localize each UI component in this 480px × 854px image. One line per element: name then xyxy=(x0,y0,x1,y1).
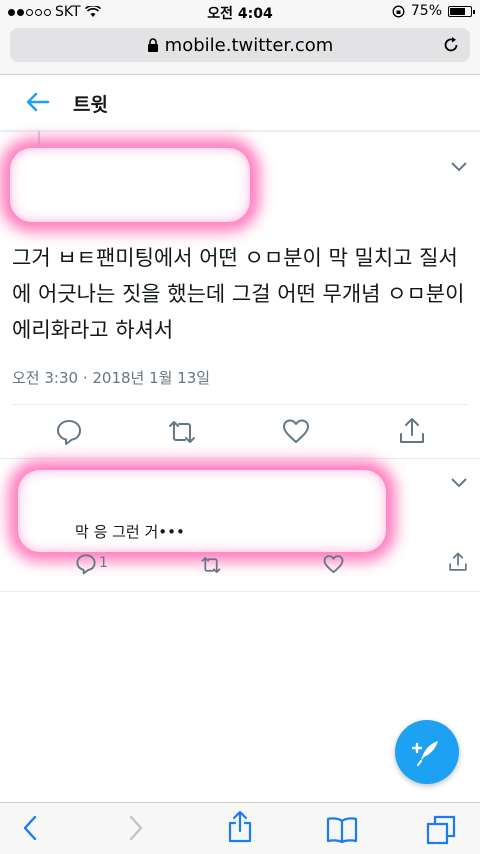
status-bar: SKT 오전 4:04 75% xyxy=(0,0,480,24)
browser-address-area: mobile.twitter.com xyxy=(0,24,480,75)
reload-icon[interactable] xyxy=(442,36,460,54)
reply-author-redaction xyxy=(18,470,386,552)
divider xyxy=(0,458,480,459)
battery-percent: 75% xyxy=(410,3,442,19)
author-redaction xyxy=(10,148,250,222)
bookmarks-icon[interactable] xyxy=(326,815,358,843)
chevron-down-icon[interactable] xyxy=(450,476,468,488)
url-text: mobile.twitter.com xyxy=(164,34,334,56)
compose-icon xyxy=(411,741,438,766)
compose-button[interactable] xyxy=(395,720,459,784)
share-icon[interactable] xyxy=(398,416,426,446)
address-bar[interactable]: mobile.twitter.com xyxy=(10,28,470,62)
browser-toolbar xyxy=(0,802,480,854)
browser-forward-icon[interactable] xyxy=(128,815,144,841)
retweet-icon[interactable] xyxy=(166,418,198,446)
share-icon[interactable] xyxy=(227,809,253,843)
thread-connector xyxy=(38,131,40,145)
divider xyxy=(0,591,480,592)
reply-text: 막 응 그런 거••• xyxy=(75,523,185,541)
divider xyxy=(12,404,468,405)
tweet-timestamp: 오전 3:30 · 2018년 1월 13일 xyxy=(12,369,211,387)
page-title: 트윗 xyxy=(73,94,108,116)
page-header: 트윗 xyxy=(0,75,480,131)
battery-info: 75% xyxy=(392,3,475,19)
reply-icon[interactable] xyxy=(75,553,97,575)
like-icon[interactable] xyxy=(323,554,344,574)
back-arrow-icon[interactable] xyxy=(26,92,50,112)
browser-back-icon[interactable] xyxy=(22,815,38,841)
retweet-icon[interactable] xyxy=(199,555,223,575)
reply-count: 1 xyxy=(99,555,108,571)
tweet-text: 그거 ㅂㅌ팬미팅에서 어떤 ㅇㅁ분이 막 밀치고 질서에 어긋나는 짓을 했는데… xyxy=(12,246,465,342)
orientation-lock-icon xyxy=(392,5,405,17)
reply-icon[interactable] xyxy=(55,418,83,446)
chevron-down-icon[interactable] xyxy=(450,160,468,172)
battery-icon xyxy=(448,5,475,17)
lock-icon xyxy=(147,37,158,52)
like-icon[interactable] xyxy=(282,418,310,444)
share-icon[interactable] xyxy=(448,551,468,573)
tabs-icon[interactable] xyxy=(426,815,456,845)
